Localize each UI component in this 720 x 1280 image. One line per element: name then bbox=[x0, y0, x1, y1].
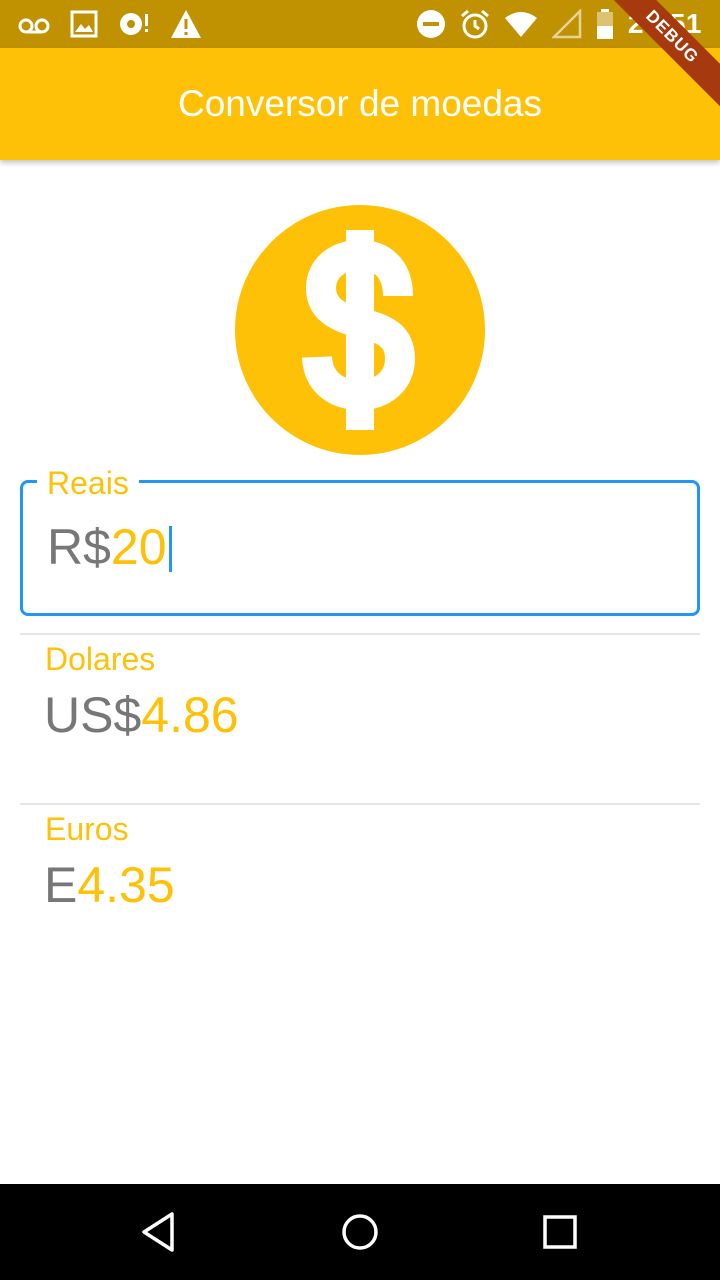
app-bar-title: Conversor de moedas bbox=[177, 83, 543, 124]
warning-icon bbox=[171, 10, 201, 38]
navigation-bar bbox=[0, 1184, 720, 1280]
euros-label: Euros bbox=[45, 811, 129, 847]
euros-field[interactable]: Euros E4.35 bbox=[20, 803, 700, 973]
app-bar: Conversor de moedas bbox=[0, 48, 720, 160]
signal-icon bbox=[551, 9, 582, 39]
sync-icon bbox=[120, 13, 148, 35]
status-bar: 23:51 bbox=[0, 0, 720, 48]
divider bbox=[20, 803, 700, 805]
reais-field[interactable]: Reais R$20 bbox=[20, 467, 700, 616]
reais-label: Reais bbox=[37, 467, 139, 499]
text-cursor bbox=[168, 526, 172, 572]
euros-value: 4.35 bbox=[77, 857, 175, 913]
reais-value: 20 bbox=[110, 519, 167, 575]
wifi-icon bbox=[504, 12, 537, 37]
euros-prefix: E bbox=[44, 857, 78, 913]
alarm-icon bbox=[460, 9, 489, 39]
dolares-field[interactable]: Dolares US$4.86 bbox=[20, 633, 700, 803]
reais-prefix: R$ bbox=[47, 519, 111, 575]
back-icon[interactable] bbox=[136, 1208, 184, 1256]
voicemail-icon bbox=[18, 18, 50, 34]
status-bar-left-icons bbox=[18, 8, 202, 40]
dolares-prefix: US$ bbox=[44, 687, 142, 743]
dolares-input[interactable]: US$4.86 bbox=[44, 687, 239, 743]
dollar-coin-icon bbox=[235, 205, 485, 455]
battery-icon bbox=[596, 9, 613, 39]
home-icon[interactable] bbox=[336, 1208, 384, 1256]
reais-input[interactable]: R$20 bbox=[47, 519, 172, 575]
dolares-label: Dolares bbox=[45, 641, 156, 677]
recents-icon[interactable] bbox=[536, 1208, 584, 1256]
divider bbox=[20, 633, 700, 635]
image-icon bbox=[70, 10, 98, 38]
do-not-disturb-icon bbox=[416, 10, 445, 38]
dolares-value: 4.86 bbox=[141, 687, 239, 743]
euros-input[interactable]: E4.35 bbox=[44, 857, 175, 913]
